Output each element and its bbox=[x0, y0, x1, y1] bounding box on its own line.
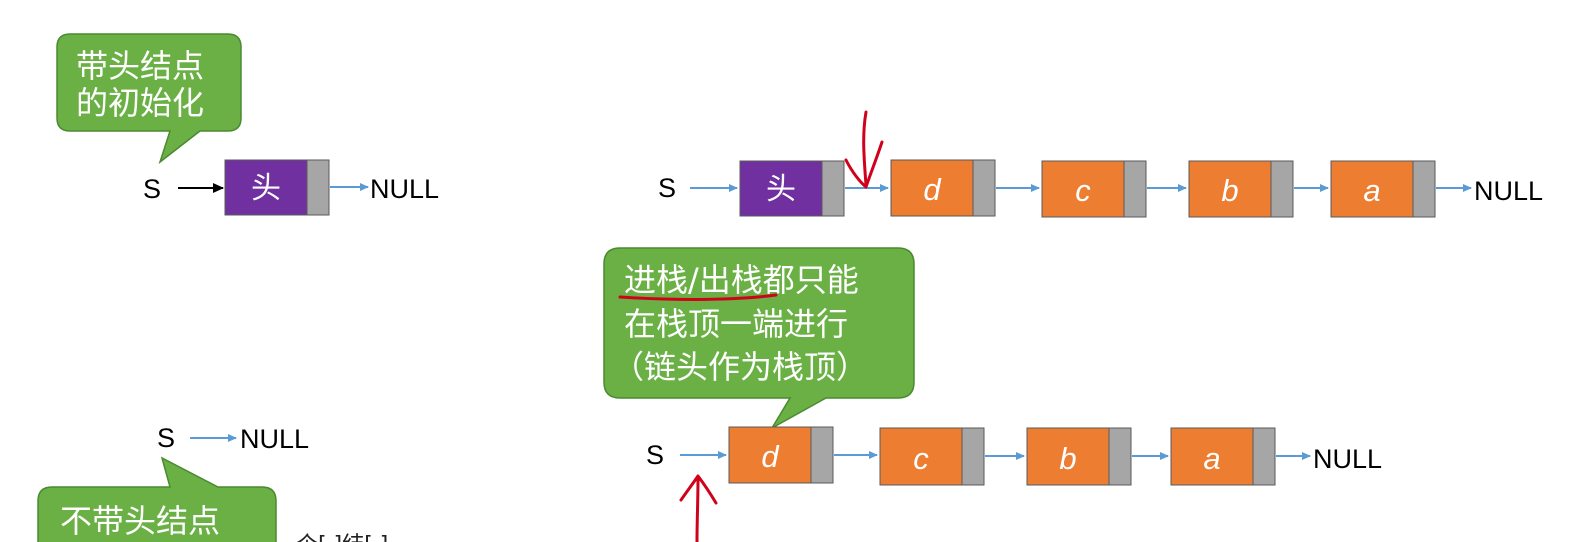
pointer-s-label: S bbox=[658, 173, 676, 203]
bottom-caption: 个[ ]结[ ] bbox=[296, 533, 388, 542]
node-d-label: d bbox=[923, 172, 942, 207]
node-a-label: a bbox=[1203, 441, 1220, 476]
bubble-without-head-init: 不带头结点 bbox=[37, 456, 277, 542]
bubble-stack-ops-line1: 进栈/出栈都只能 bbox=[624, 261, 859, 299]
underlined-phrase: 进栈/出栈 bbox=[624, 261, 763, 299]
pointer-s-label: S bbox=[143, 174, 161, 204]
null-label: NULL bbox=[1474, 176, 1543, 206]
node-c-label: c bbox=[1075, 173, 1091, 208]
null-label: NULL bbox=[1313, 444, 1382, 474]
without-head-init-list: S NULL bbox=[157, 423, 309, 454]
bubble-without-head-line1: 不带头结点 bbox=[60, 502, 220, 540]
null-label: NULL bbox=[240, 424, 309, 454]
node-c-next bbox=[1123, 160, 1147, 218]
node-b-label: b bbox=[1221, 173, 1238, 208]
line1-rest: 都只能 bbox=[763, 261, 859, 299]
head-node-next bbox=[306, 159, 330, 216]
bubble-with-head-line1: 带头结点 bbox=[76, 47, 204, 85]
node-d-next bbox=[810, 426, 834, 484]
bubble-stack-ops-line3: （链头作为栈顶） bbox=[612, 348, 868, 386]
bubble-with-head-init: 带头结点 的初始化 bbox=[56, 33, 242, 165]
node-d-next bbox=[972, 159, 996, 217]
pointer-s-label: S bbox=[646, 440, 664, 470]
diagram-canvas: 带头结点 的初始化 S 头 NULL S 头 d c b a NULL 进栈/出… bbox=[37, 33, 1543, 542]
with-head-init-list: S 头 NULL bbox=[143, 159, 439, 216]
node-c-label: c bbox=[913, 441, 929, 476]
bubble-with-head-line2: 的初始化 bbox=[76, 84, 204, 122]
node-c-next bbox=[961, 427, 985, 486]
node-a-next bbox=[1252, 427, 1276, 486]
null-label: NULL bbox=[370, 174, 439, 204]
bubble-stack-ops-line2: 在栈顶一端进行 bbox=[624, 305, 848, 343]
head-node-next bbox=[821, 160, 845, 217]
node-b-label: b bbox=[1059, 441, 1076, 476]
without-head-list: S d c b a NULL bbox=[646, 426, 1382, 486]
node-a-next bbox=[1412, 160, 1436, 218]
bubble-stack-ops: 进栈/出栈都只能 在栈顶一端进行 （链头作为栈顶） bbox=[603, 247, 915, 431]
with-head-list: S 头 d c b a NULL bbox=[658, 159, 1543, 218]
node-a-label: a bbox=[1363, 173, 1380, 208]
node-b-next bbox=[1270, 160, 1294, 218]
red-down-arrow-annotation bbox=[844, 110, 884, 189]
node-d-label: d bbox=[761, 439, 780, 474]
red-up-arrow-annotation bbox=[679, 474, 718, 542]
head-node-label: 头 bbox=[766, 172, 796, 207]
head-node-label: 头 bbox=[251, 171, 281, 206]
pointer-s-label: S bbox=[157, 423, 175, 453]
node-b-next bbox=[1108, 427, 1132, 486]
